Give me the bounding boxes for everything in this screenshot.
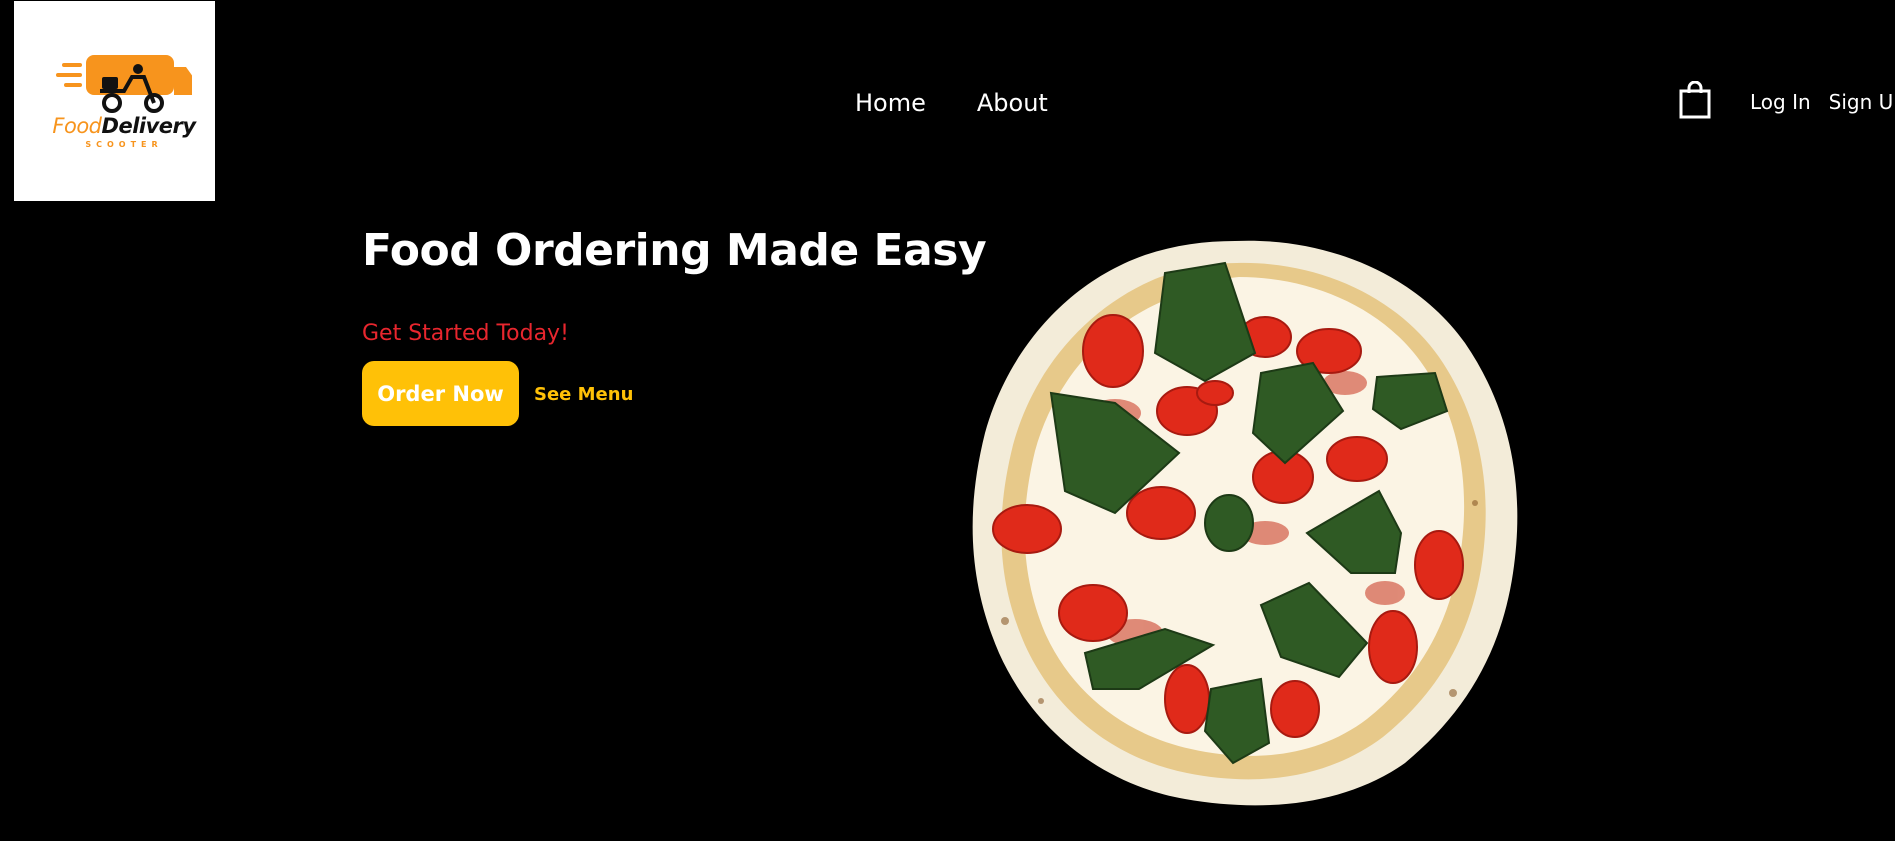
logo-wordmark: FoodDelivery <box>44 114 204 138</box>
hero-title: Food Ordering Made Easy <box>362 225 987 276</box>
logo-subtitle: SCOOTER <box>85 140 163 149</box>
login-link[interactable]: Log In <box>1750 90 1811 114</box>
order-now-button[interactable]: Order Now <box>362 361 519 426</box>
see-menu-link[interactable]: See Menu <box>534 384 633 405</box>
logo-word-food: Food <box>52 114 102 138</box>
signup-link[interactable]: Sign Up <box>1829 90 1895 114</box>
nav-home-link[interactable]: Home <box>855 86 926 120</box>
scooter-truck-icon <box>56 55 192 113</box>
brand-logo[interactable]: FoodDelivery SCOOTER <box>14 1 215 201</box>
auth-links: Log In Sign Up <box>1750 90 1895 114</box>
shopping-bag-icon[interactable] <box>1679 81 1711 119</box>
nav-about-link[interactable]: About <box>977 86 1048 120</box>
pizza-image <box>972 240 1518 806</box>
main-nav: Home About <box>855 86 1048 120</box>
logo-word-delivery: Delivery <box>101 114 197 138</box>
hero-tagline: Get Started Today! <box>362 321 569 346</box>
